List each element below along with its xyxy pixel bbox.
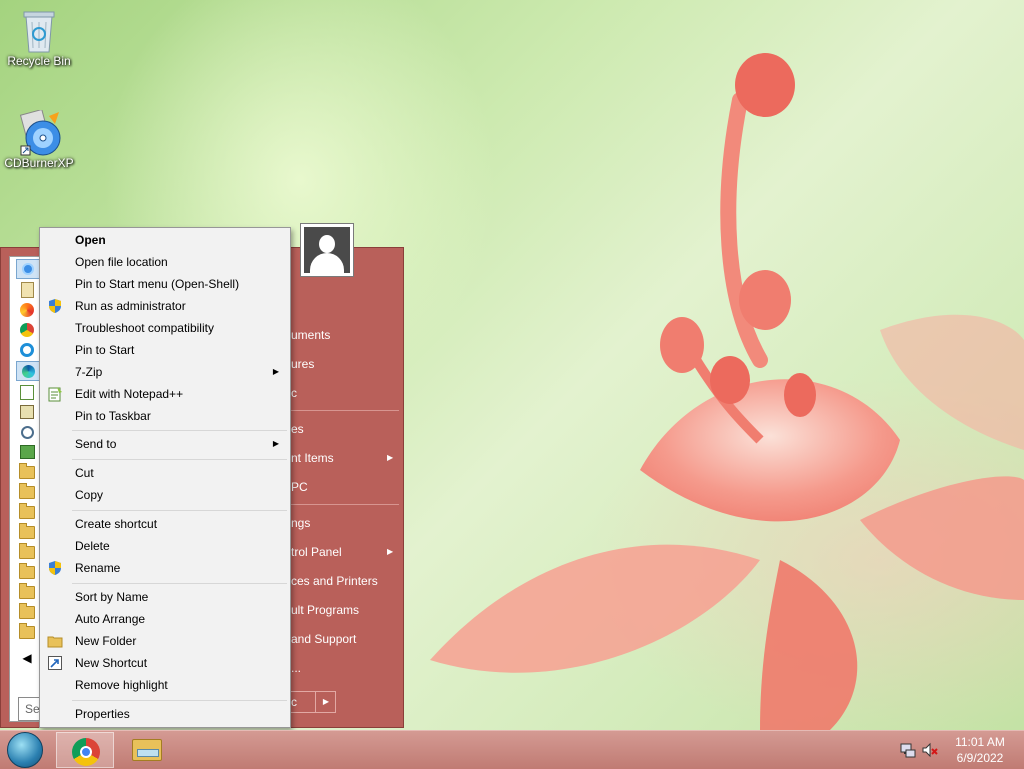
menu-separator bbox=[72, 430, 287, 431]
start-item-music[interactable]: c bbox=[291, 386, 297, 400]
start-item-this-pc[interactable]: PC bbox=[291, 480, 308, 494]
shutdown-button[interactable]: c ▶ bbox=[290, 691, 336, 713]
document-program-icon[interactable] bbox=[16, 281, 38, 299]
user-avatar[interactable] bbox=[300, 223, 354, 277]
submenu-arrow-icon: ▶ bbox=[272, 439, 279, 448]
separator bbox=[291, 410, 399, 411]
start-item-default-programs[interactable]: ult Programs bbox=[291, 603, 359, 617]
back-arrow-icon[interactable]: ◀ bbox=[16, 649, 38, 667]
folder-icon[interactable] bbox=[16, 462, 38, 481]
menu-item-pin-to-taskbar[interactable]: Pin to Taskbar bbox=[41, 405, 289, 427]
menu-separator bbox=[72, 510, 287, 511]
menu-separator bbox=[72, 700, 287, 701]
start-item-control-panel[interactable]: trol Panel ▶ bbox=[291, 545, 399, 559]
chrome-icon bbox=[72, 738, 100, 766]
menu-item-copy[interactable]: Copy bbox=[41, 484, 289, 506]
list-program-icon[interactable] bbox=[16, 403, 38, 421]
start-item-documents[interactable]: uments bbox=[291, 328, 330, 342]
menu-item-create-shortcut[interactable]: Create shortcut bbox=[41, 513, 289, 535]
desktop-icon-recycle-bin[interactable]: Recycle Bin bbox=[3, 8, 75, 68]
separator bbox=[291, 504, 399, 505]
start-item-settings[interactable]: ngs bbox=[291, 516, 310, 530]
menu-item-7zip[interactable]: 7-Zip ▶ bbox=[41, 361, 289, 383]
menu-item-sort-by-name[interactable]: Sort by Name bbox=[41, 586, 289, 608]
folder-icon bbox=[47, 633, 63, 649]
menu-item-rename[interactable]: Rename bbox=[41, 557, 289, 579]
start-item-recent-items[interactable]: nt Items ▶ bbox=[291, 451, 399, 465]
notepad-program-icon[interactable] bbox=[16, 383, 38, 401]
menu-separator bbox=[72, 459, 287, 460]
folder-icon[interactable] bbox=[16, 562, 38, 581]
menu-item-new-folder[interactable]: New Folder bbox=[41, 630, 289, 652]
folder-icon[interactable] bbox=[16, 622, 38, 641]
taskbar-button-chrome[interactable] bbox=[56, 732, 114, 768]
menu-item-send-to[interactable]: Send to ▶ bbox=[41, 433, 289, 455]
menu-item-open[interactable]: Open bbox=[41, 229, 289, 251]
folder-icon[interactable] bbox=[16, 522, 38, 541]
volume-muted-icon[interactable] bbox=[922, 742, 938, 761]
menu-item-pin-to-start[interactable]: Pin to Start bbox=[41, 339, 289, 361]
menu-item-auto-arrange[interactable]: Auto Arrange bbox=[41, 608, 289, 630]
file-explorer-icon bbox=[132, 739, 162, 761]
shutdown-options-arrow-icon[interactable]: ▶ bbox=[315, 692, 336, 712]
edge-icon[interactable] bbox=[16, 361, 40, 381]
folder-icon[interactable] bbox=[16, 542, 38, 561]
uac-shield-icon bbox=[47, 560, 63, 576]
uac-shield-icon bbox=[47, 298, 63, 314]
magnifier-icon[interactable] bbox=[16, 423, 38, 441]
submenu-arrow-icon: ▶ bbox=[272, 367, 279, 376]
cdburner-program-icon[interactable] bbox=[16, 259, 40, 279]
chrome-program-icon[interactable] bbox=[16, 321, 38, 339]
context-menu: Open Open file location Pin to Start men… bbox=[39, 227, 291, 728]
menu-item-edit-with-notepad-plus-plus[interactable]: Edit with Notepad++ bbox=[41, 383, 289, 405]
network-program-icon[interactable] bbox=[16, 443, 38, 461]
clock-time: 11:01 AM bbox=[955, 735, 1005, 749]
folder-icon[interactable] bbox=[16, 602, 38, 621]
desktop-icon-label: Recycle Bin bbox=[7, 54, 71, 68]
menu-item-pin-to-start-menu-open-shell[interactable]: Pin to Start menu (Open-Shell) bbox=[41, 273, 289, 295]
start-item-devices-printers[interactable]: ces and Printers bbox=[291, 574, 378, 588]
menu-item-troubleshoot-compatibility[interactable]: Troubleshoot compatibility bbox=[41, 317, 289, 339]
start-menu-right-column: uments ures c es nt Items ▶ PC ngs trol P… bbox=[291, 248, 405, 729]
start-item-help-support[interactable]: and Support bbox=[291, 632, 356, 646]
menu-item-run-as-administrator[interactable]: Run as administrator bbox=[41, 295, 289, 317]
submenu-arrow-icon: ▶ bbox=[387, 547, 394, 556]
submenu-arrow-icon: ▶ bbox=[387, 453, 394, 462]
menu-item-cut[interactable]: Cut bbox=[41, 462, 289, 484]
start-item-games[interactable]: es bbox=[291, 422, 304, 436]
user-silhouette-icon bbox=[304, 227, 350, 273]
taskbar-button-file-explorer[interactable] bbox=[117, 732, 175, 768]
folder-icon[interactable] bbox=[16, 582, 38, 601]
folder-icon[interactable] bbox=[16, 482, 38, 501]
firefox-icon[interactable] bbox=[16, 301, 38, 319]
program-icons-column: ◀ bbox=[12, 259, 42, 669]
shortcut-icon bbox=[47, 655, 63, 671]
folder-icon[interactable] bbox=[16, 502, 38, 521]
menu-item-new-shortcut[interactable]: New Shortcut bbox=[41, 652, 289, 674]
menu-item-remove-highlight[interactable]: Remove highlight bbox=[41, 674, 289, 696]
clock-date: 6/9/2022 bbox=[956, 751, 1004, 765]
menu-separator bbox=[72, 583, 287, 584]
cdburnerxp-icon bbox=[19, 108, 61, 156]
network-icon[interactable] bbox=[900, 742, 916, 761]
notepad-plus-plus-icon bbox=[47, 386, 63, 402]
start-item-pictures[interactable]: ures bbox=[291, 357, 314, 371]
menu-item-delete[interactable]: Delete bbox=[41, 535, 289, 557]
menu-item-properties[interactable]: Properties bbox=[41, 703, 289, 725]
taskbar-clock[interactable]: 11:01 AM 6/9/2022 bbox=[940, 734, 1020, 766]
recycle-bin-icon bbox=[19, 8, 59, 53]
internet-explorer-icon[interactable] bbox=[16, 341, 38, 359]
taskbar: 11:01 AM 6/9/2022 bbox=[0, 730, 1024, 769]
desktop-icon-label: CDBurnerXP bbox=[4, 156, 74, 170]
desktop-icon-cdburnerxp[interactable]: CDBurnerXP bbox=[3, 108, 75, 170]
start-item-run[interactable]: ... bbox=[291, 661, 301, 675]
start-button[interactable] bbox=[7, 732, 43, 768]
menu-item-open-file-location[interactable]: Open file location bbox=[41, 251, 289, 273]
